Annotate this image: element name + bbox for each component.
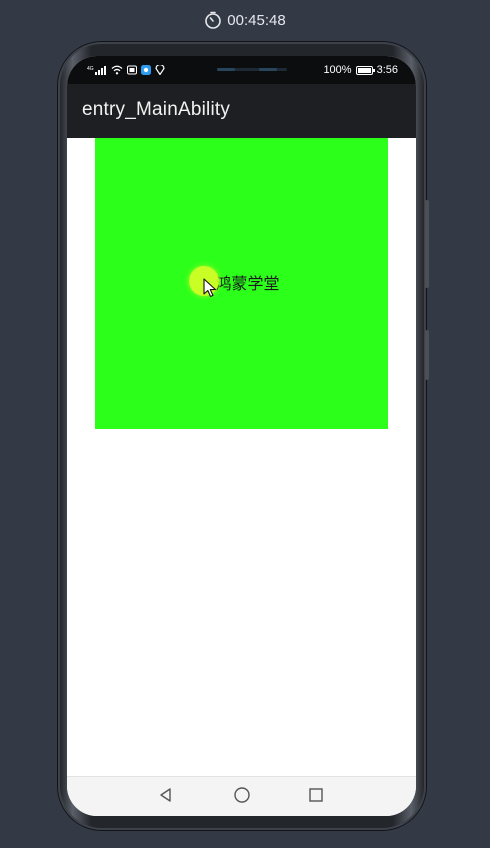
cursor-icon: [203, 278, 217, 302]
nfc-icon: [127, 65, 137, 78]
home-button[interactable]: [232, 787, 252, 807]
svg-text:4G: 4G: [87, 66, 94, 72]
status-left-icons: 4G: [87, 63, 165, 78]
recording-timer: 00:45:48: [0, 8, 490, 32]
battery-icon: [355, 65, 375, 75]
sensor-left: [217, 68, 235, 71]
battery-percent: 100%: [323, 64, 352, 76]
signal-icon: 4G: [87, 65, 107, 78]
recording-timer-text: 00:45:48: [227, 11, 286, 29]
app-badge-icon: [141, 65, 151, 78]
home-icon: [233, 786, 251, 808]
power-button: [425, 330, 429, 380]
status-time: 3:56: [376, 64, 398, 76]
box-label: 鸿蒙学堂: [215, 273, 280, 293]
app-title: entry_MainAbility: [82, 99, 231, 120]
status-bar: 4G 100% 3:56: [67, 56, 416, 84]
recent-apps-icon: [308, 787, 324, 807]
main-content: 鸿蒙学堂: [67, 138, 416, 776]
location-icon: [155, 63, 165, 78]
app-title-bar: entry_MainAbility: [67, 84, 416, 138]
recent-apps-button[interactable]: [306, 787, 326, 807]
wifi-icon: [111, 65, 123, 78]
navigation-bar: [67, 776, 416, 816]
green-box[interactable]: 鸿蒙学堂: [95, 138, 388, 429]
back-button[interactable]: [156, 787, 176, 807]
phone-screen: 4G 100% 3:56 entry_MainAbility 鸿蒙学堂: [67, 56, 416, 816]
sensor-right: [259, 68, 277, 71]
back-icon: [158, 787, 174, 807]
volume-button: [425, 200, 429, 288]
stopwatch-icon: [204, 11, 222, 29]
status-right: 100% 3:56: [323, 64, 398, 76]
